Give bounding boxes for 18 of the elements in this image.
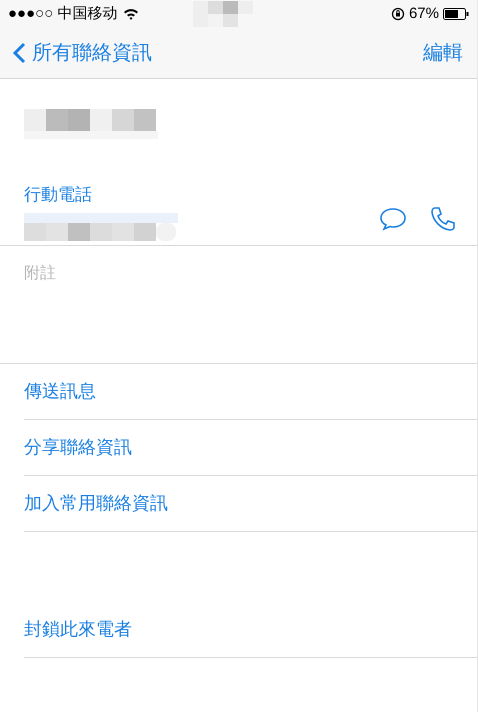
carrier-text: ●●●○○ 中国移动 bbox=[8, 4, 118, 24]
back-button[interactable]: 所有聯絡資訊 bbox=[12, 38, 152, 68]
phone-label: 行動電話 bbox=[24, 184, 93, 206]
wifi-icon bbox=[123, 8, 140, 20]
back-chevron-icon bbox=[12, 42, 26, 64]
edit-button[interactable]: 編輯 bbox=[423, 38, 463, 68]
battery-percent: 67% bbox=[408, 4, 439, 24]
notes-field[interactable]: 附註 bbox=[24, 265, 56, 282]
battery-icon bbox=[443, 8, 469, 20]
call-button[interactable] bbox=[429, 205, 457, 233]
action-link[interactable]: 分享聯絡資訊 bbox=[24, 420, 477, 476]
rotation-lock-icon bbox=[390, 7, 405, 21]
message-button[interactable] bbox=[379, 207, 407, 231]
phone-icon bbox=[429, 205, 457, 233]
speech-bubble-icon bbox=[379, 207, 407, 231]
action-link[interactable]: 加入常用聯絡資訊 bbox=[24, 476, 477, 532]
block-caller-link[interactable]: 封鎖此來電者 bbox=[24, 602, 477, 658]
action-link[interactable]: 傳送訊息 bbox=[24, 364, 477, 420]
